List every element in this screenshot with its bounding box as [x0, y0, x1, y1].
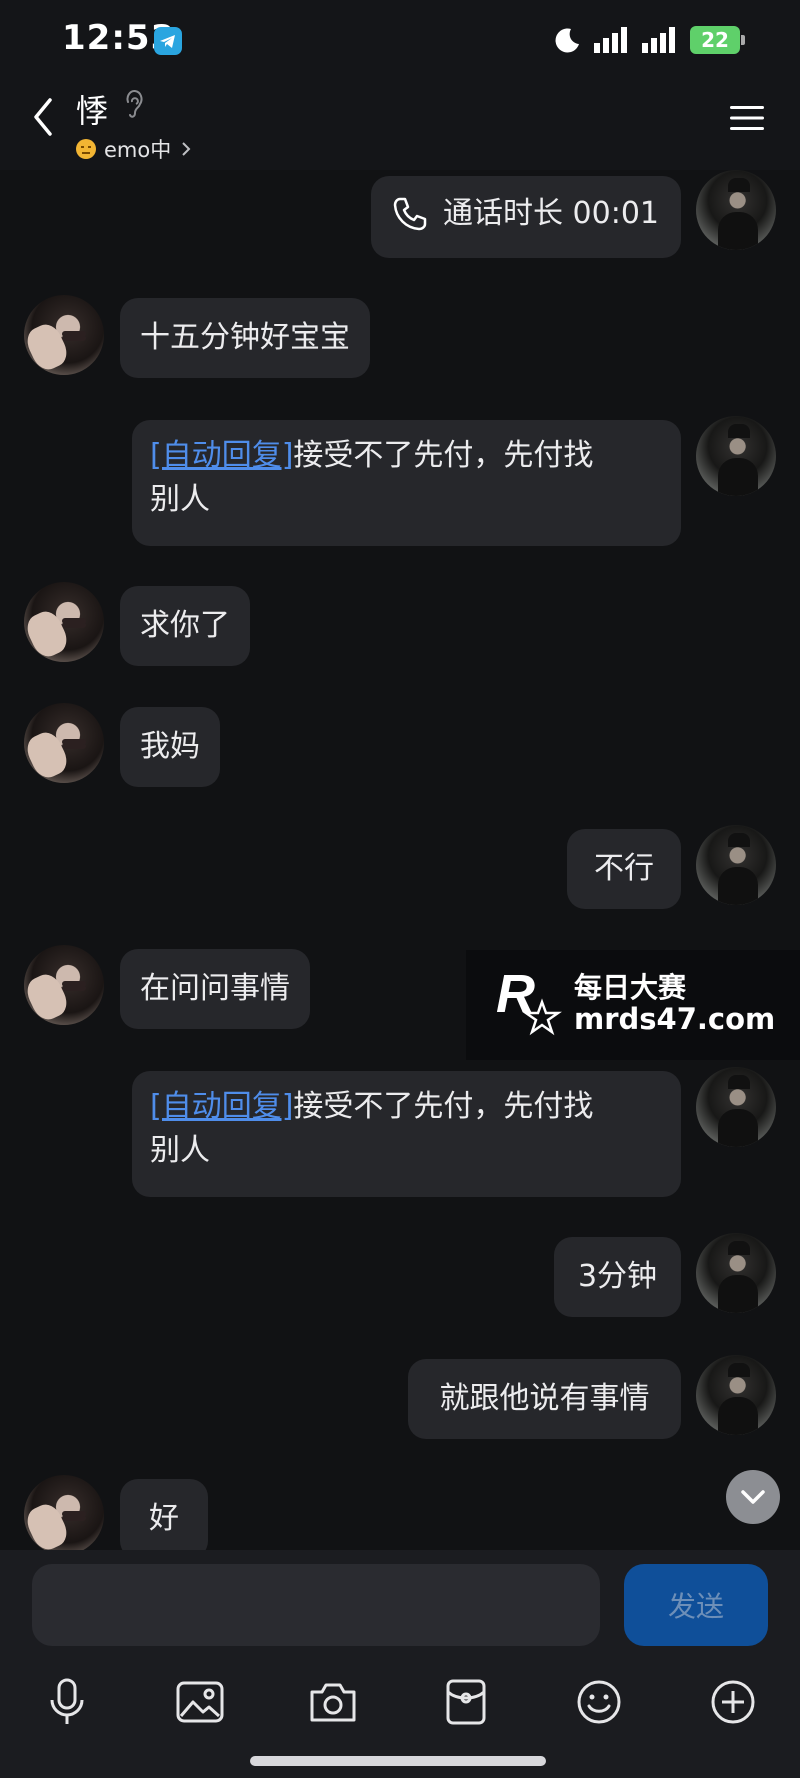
message-bubble-received[interactable]: 在问问事情: [120, 949, 310, 1029]
message-bubble-sent[interactable]: [自动回复]接受不了先付，先付找 别人: [132, 1071, 681, 1197]
camera-icon: [310, 1683, 356, 1722]
call-duration-text: 通话时长 00:01: [443, 196, 659, 231]
back-icon[interactable]: [26, 94, 60, 140]
message-bubble-received[interactable]: 十五分钟好宝宝: [120, 298, 370, 378]
message-text: 在问问事情: [140, 971, 290, 1006]
message-bubble-sent[interactable]: 就跟他说有事情: [408, 1359, 681, 1439]
mood-emoji-icon: [76, 139, 96, 159]
message-list[interactable]: 通话时长 00:01 十五分钟好宝宝 [自动回复]接受不了先付，先付找 别人 求…: [0, 170, 800, 1550]
status-bar: 12:53 22: [0, 0, 800, 80]
image-button[interactable]: [170, 1672, 230, 1732]
mood-text: emo中: [104, 138, 172, 162]
more-button[interactable]: [703, 1672, 763, 1732]
avatar-contact[interactable]: [24, 945, 104, 1025]
chat-header: 悸 emo中: [0, 80, 800, 170]
message-input[interactable]: [32, 1564, 600, 1646]
avatar-self[interactable]: [696, 1233, 776, 1313]
menu-icon[interactable]: [728, 102, 766, 134]
avatar-contact[interactable]: [24, 582, 104, 662]
avatar-contact[interactable]: [24, 703, 104, 783]
plus-icon: [711, 1680, 755, 1724]
battery-indicator: 22: [690, 26, 745, 54]
camera-button[interactable]: [303, 1672, 363, 1732]
message-text: 接受不了先付，先付找: [293, 1089, 594, 1124]
microphone-icon: [50, 1678, 84, 1724]
chevron-down-icon: [741, 1490, 765, 1504]
avatar-self[interactable]: [696, 1067, 776, 1147]
moon-icon: [552, 25, 582, 55]
message-bubble-sent[interactable]: 不行: [567, 829, 681, 909]
telegram-icon: [154, 27, 182, 55]
avatar-self[interactable]: [696, 416, 776, 496]
message-bubble-sent[interactable]: 3分钟: [554, 1237, 681, 1317]
image-icon: [176, 1681, 224, 1723]
message-text: 接受不了先付，先付找: [293, 438, 594, 473]
message-text: 十五分钟好宝宝: [140, 320, 350, 355]
avatar-self[interactable]: [696, 1355, 776, 1435]
message-bubble-received[interactable]: 我妈: [120, 707, 220, 787]
watermark-logo-icon: R: [496, 968, 562, 1036]
message-text-line2: 别人: [150, 1133, 210, 1168]
auto-reply-tag[interactable]: [自动回复]: [150, 1089, 293, 1124]
contact-name[interactable]: 悸: [76, 86, 108, 132]
red-packet-button[interactable]: [436, 1672, 496, 1732]
watermark-title: 每日大赛: [574, 971, 687, 1004]
input-bar: 发送: [0, 1550, 800, 1778]
emoji-icon: [577, 1680, 621, 1724]
send-button[interactable]: 发送: [624, 1564, 768, 1646]
auto-reply-tag[interactable]: [自动回复]: [150, 438, 293, 473]
message-text: 就跟他说有事情: [439, 1381, 650, 1416]
mood-status[interactable]: emo中: [76, 134, 193, 164]
watermark-url: mrds47.com: [574, 1002, 776, 1036]
status-icons: 22: [552, 22, 745, 58]
message-text: 好: [149, 1501, 179, 1536]
message-bubble-received[interactable]: 好: [120, 1479, 208, 1550]
avatar-contact[interactable]: [24, 1475, 104, 1550]
input-toolbar: [0, 1672, 800, 1732]
microphone-button[interactable]: [37, 1672, 97, 1732]
phone-icon: [393, 197, 427, 231]
message-bubble-received[interactable]: 求你了: [120, 586, 250, 666]
emoji-button[interactable]: [569, 1672, 629, 1732]
message-text: 不行: [594, 851, 654, 886]
message-text: 3分钟: [577, 1259, 658, 1294]
message-text: 我妈: [140, 729, 200, 764]
message-text: 求你了: [140, 608, 230, 643]
ear-icon: [126, 90, 143, 118]
red-packet-icon: [446, 1679, 486, 1725]
scroll-to-bottom-button[interactable]: [726, 1470, 780, 1524]
call-record-bubble[interactable]: 通话时长 00:01: [371, 176, 681, 258]
avatar-self[interactable]: [696, 825, 776, 905]
signal-icon-2: [642, 27, 678, 53]
avatar-contact[interactable]: [24, 295, 104, 375]
chevron-right-icon: [182, 142, 191, 156]
message-text-line2: 别人: [150, 482, 210, 517]
message-bubble-sent[interactable]: [自动回复]接受不了先付，先付找 别人: [132, 420, 681, 546]
watermark: R 每日大赛 mrds47.com: [466, 950, 800, 1060]
avatar-self[interactable]: [696, 170, 776, 250]
signal-icon: [594, 27, 630, 53]
home-indicator[interactable]: [250, 1756, 546, 1766]
